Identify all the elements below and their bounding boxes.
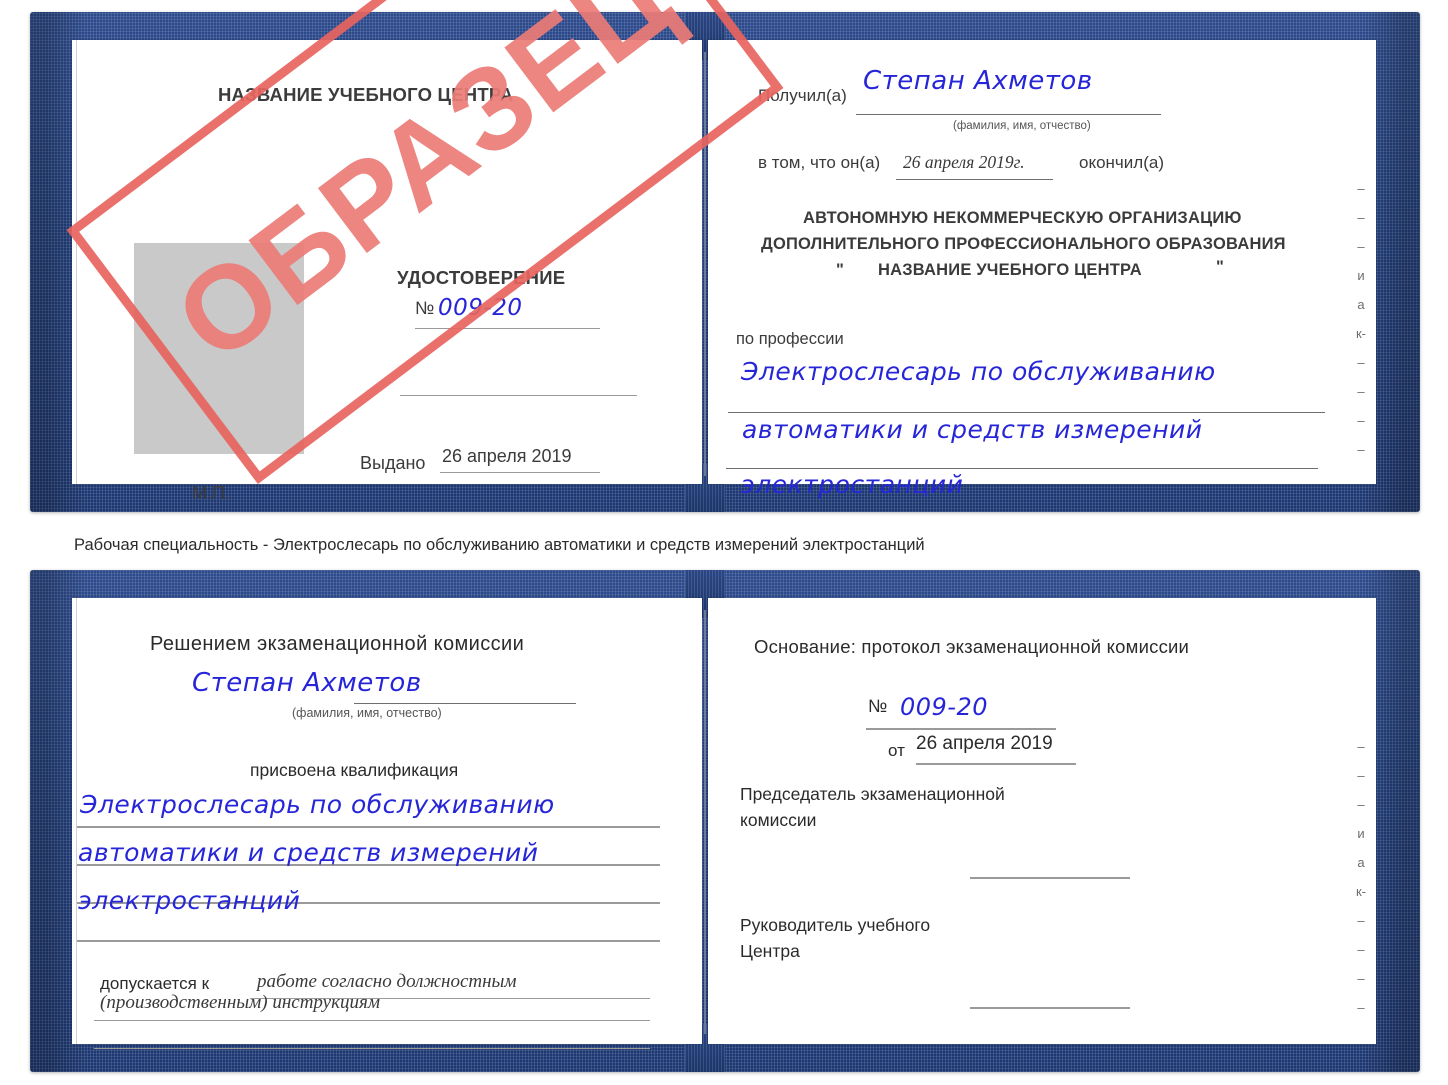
margin-mark: – — [1357, 355, 1365, 370]
completion-date-rule — [896, 179, 1053, 180]
basis-label: Основание: протокол экзаменационной коми… — [754, 636, 1190, 657]
margin-mark: а — [1357, 855, 1365, 870]
profession-line2: автоматики и средств измерений — [742, 415, 1203, 444]
blank-rule-top-left — [400, 395, 637, 396]
margin-mark: – — [1357, 210, 1365, 225]
margin-mark: – — [1357, 942, 1365, 957]
decision-name-value: Степан Ахметов — [192, 668, 422, 698]
number-value-top-left: 009-20 — [438, 295, 523, 321]
margin-mark: к- — [1355, 326, 1367, 341]
allowed-label: допускается к — [100, 974, 210, 993]
qualification-line3: электростанций — [78, 886, 301, 915]
page-top-right: Получил(а) Степан Ахметов (фамилия, имя,… — [708, 40, 1376, 499]
issued-value-top-left: 26 апреля 2019 — [442, 446, 572, 466]
page-caption: Рабочая специальность - Электрослесарь п… — [74, 536, 925, 554]
profession-rule1 — [728, 412, 1325, 413]
protocol-date-value: 26 апреля 2019 — [916, 733, 1053, 754]
org-line2: ДОПОЛНИТЕЛЬНОГО ПРОФЕССИОНАЛЬНОГО ОБРАЗО… — [761, 235, 1286, 253]
received-label: Получил(а) — [758, 86, 847, 105]
received-rule — [856, 114, 1161, 115]
certificate-top: НАЗВАНИЕ УЧЕБНОГО ЦЕНТРА УДОСТОВЕРЕНИЕ №… — [30, 0, 1420, 512]
profession-line3: электростанций — [741, 470, 964, 499]
page-fold-line-bottom-left — [76, 598, 77, 1044]
issued-rule-top-left — [440, 472, 600, 473]
margin-mark: – — [1357, 971, 1365, 986]
page-top-left: НАЗВАНИЕ УЧЕБНОГО ЦЕНТРА УДОСТОВЕРЕНИЕ №… — [72, 40, 702, 503]
number-label-top-left: № — [415, 298, 435, 318]
org-quote-close: " — [1216, 258, 1224, 276]
chairman-line2: комиссии — [740, 810, 817, 830]
org-line3: НАЗВАНИЕ УЧЕБНОГО ЦЕНТРА — [878, 261, 1142, 279]
margin-mark: – — [1357, 797, 1365, 812]
org-line1: АВТОНОМНУЮ НЕКОММЕРЧЕСКУЮ ОРГАНИЗАЦИЮ — [803, 209, 1242, 227]
margin-mark: – — [1357, 739, 1365, 754]
margin-mark: к- — [1355, 884, 1367, 899]
in-that-label: в том, что он(а) — [758, 153, 881, 172]
binding-hinge-bottom — [704, 610, 706, 1034]
certificate-bottom: Решением экзаменационной комиссии Степан… — [30, 570, 1420, 1072]
margin-marks-top: – – – и а к- – – – – — [1350, 174, 1372, 464]
margin-mark: – — [1357, 1000, 1365, 1015]
allowed-value-line2: (производственным) инструкциям — [100, 992, 380, 1013]
qualification-rule4 — [77, 940, 660, 942]
org-title-top-left: НАЗВАНИЕ УЧЕБНОГО ЦЕНТРА — [218, 84, 514, 105]
qualification-rule1 — [77, 826, 660, 828]
qualification-line2: автоматики и средств измерений — [78, 838, 539, 867]
protocol-date-label: от — [888, 741, 905, 760]
profession-label: по профессии — [736, 330, 844, 348]
finished-label: окончил(а) — [1079, 153, 1164, 172]
profession-line1: Электрослесарь по обслуживанию — [741, 357, 1216, 386]
page-bottom-right: Основание: протокол экзаменационной коми… — [708, 598, 1376, 1044]
protocol-number-rule — [866, 728, 1056, 730]
margin-mark: а — [1357, 297, 1365, 312]
margin-mark: – — [1357, 239, 1365, 254]
allowed-rule3 — [94, 1048, 650, 1049]
protocol-number-label: № — [868, 696, 888, 716]
decision-name-rule — [354, 703, 576, 704]
qualification-line1: Электрослесарь по обслуживанию — [80, 790, 555, 819]
qualification-label: присвоена квалификация — [250, 760, 459, 780]
margin-mark: – — [1357, 442, 1365, 457]
protocol-date-rule — [916, 763, 1076, 765]
received-value: Степан Ахметов — [863, 66, 1093, 96]
chairman-line1: Председатель экзаменационной — [740, 784, 1005, 804]
head-line2: Центра — [740, 941, 800, 961]
issued-label-top-left: Выдано — [360, 453, 426, 473]
head-signature-rule — [970, 1007, 1130, 1009]
fio-hint-bottom: (фамилия, имя, отчество) — [292, 706, 442, 720]
margin-marks-bottom: – – – и а к- – – – – — [1350, 732, 1372, 1022]
page-bottom-left: Решением экзаменационной комиссии Степан… — [72, 598, 702, 1049]
margin-mark: – — [1357, 913, 1365, 928]
doc-title-top-left: УДОСТОВЕРЕНИЕ — [397, 267, 566, 288]
head-line1: Руководитель учебного — [740, 915, 931, 935]
margin-mark: – — [1357, 181, 1365, 196]
photo-placeholder — [134, 243, 304, 454]
margin-mark: и — [1357, 826, 1365, 841]
seal-label-top-left: М.П. — [192, 483, 230, 503]
profession-rule2 — [726, 468, 1318, 469]
chairman-signature-rule — [970, 877, 1130, 879]
number-rule-top-left — [415, 328, 600, 329]
margin-mark: – — [1357, 384, 1365, 399]
margin-mark: – — [1357, 768, 1365, 783]
decision-title: Решением экзаменационной комиссии — [150, 633, 525, 655]
fio-hint-top: (фамилия, имя, отчество) — [953, 120, 1091, 132]
allowed-value-line1: работе согласно должностным — [257, 971, 517, 992]
margin-mark: и — [1357, 268, 1365, 283]
protocol-number-value: 009-20 — [900, 693, 989, 721]
page-fold-line-top-left — [76, 40, 77, 484]
completion-date: 26 апреля 2019г. — [903, 152, 1025, 172]
margin-mark: – — [1357, 413, 1365, 428]
org-quote-open: " — [836, 261, 844, 279]
binding-hinge-top — [704, 52, 706, 476]
allowed-rule2 — [94, 1020, 650, 1021]
